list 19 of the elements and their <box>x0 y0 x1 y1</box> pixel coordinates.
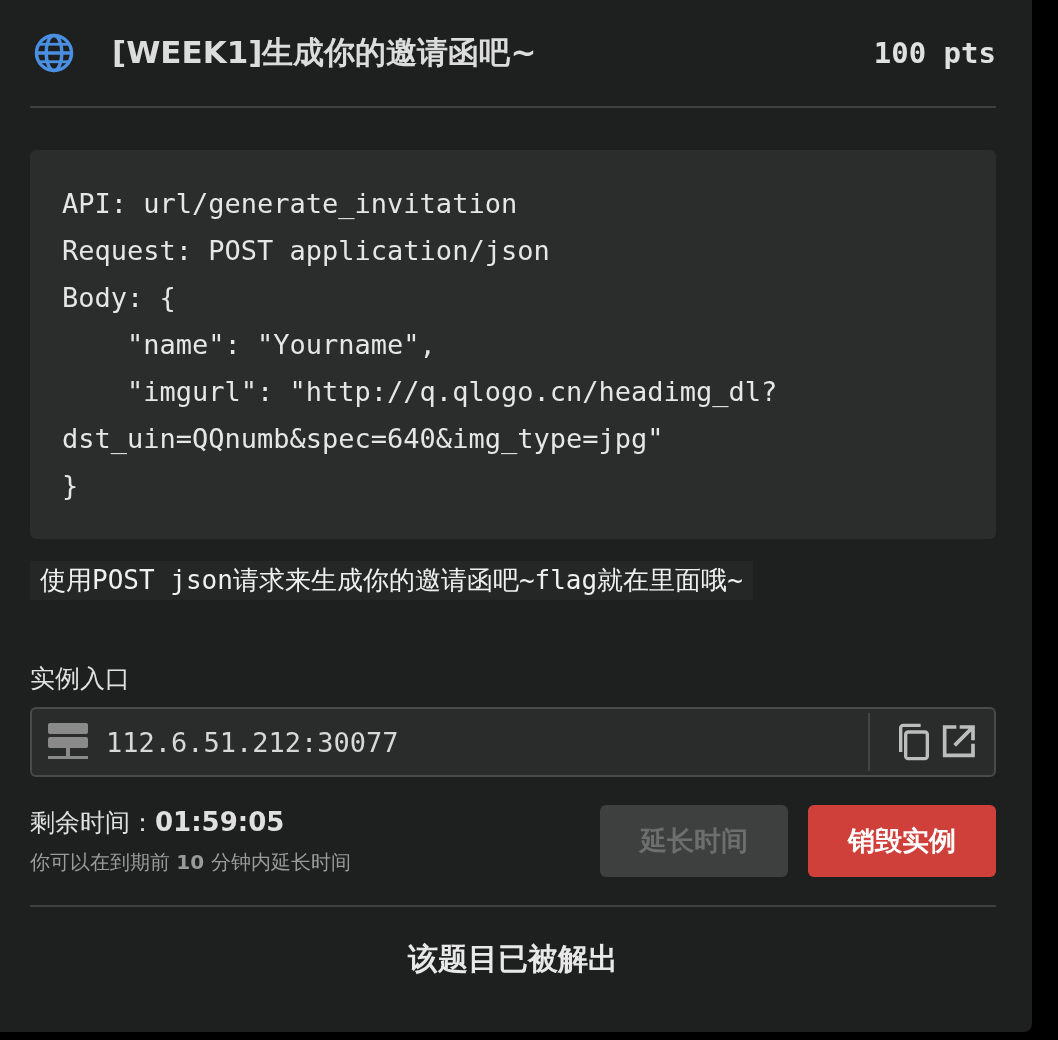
description-text: 使用POST json请求来生成你的邀请函吧~flag就在里面哦~ <box>30 561 753 600</box>
code-line: "imgurl": "http://q.qlogo.cn/headimg_dl? <box>126 375 779 409</box>
server-icon <box>48 723 88 761</box>
instance-label: 实例入口 <box>30 663 131 695</box>
globe-icon <box>33 32 75 74</box>
code-line: API: url/generate_invitation <box>62 187 519 221</box>
code-line: "name": "Yourname", <box>126 328 437 362</box>
code-line: Body: { <box>62 281 177 315</box>
remaining-time: 剩余时间：01:59:05 <box>30 806 286 839</box>
points-label: 100 pts <box>873 36 996 70</box>
extend-hint: 你可以在到期前 10 分钟内延长时间 <box>30 849 352 876</box>
destroy-button[interactable]: 销毁实例 <box>808 805 996 877</box>
solved-status: 该题目已被解出 <box>406 940 619 978</box>
address-field[interactable]: 112.6.51.212:30077 <box>30 707 996 777</box>
address-value: 112.6.51.212:30077 <box>106 726 400 758</box>
code-line: dst_uin=QQnumb&spec=640&img_type=jpg" <box>62 422 665 456</box>
challenge-title: [WEEK1]生成你的邀请函吧~ <box>112 33 538 72</box>
code-line: Request: POST application/json <box>62 234 551 268</box>
code-line: } <box>62 469 80 503</box>
